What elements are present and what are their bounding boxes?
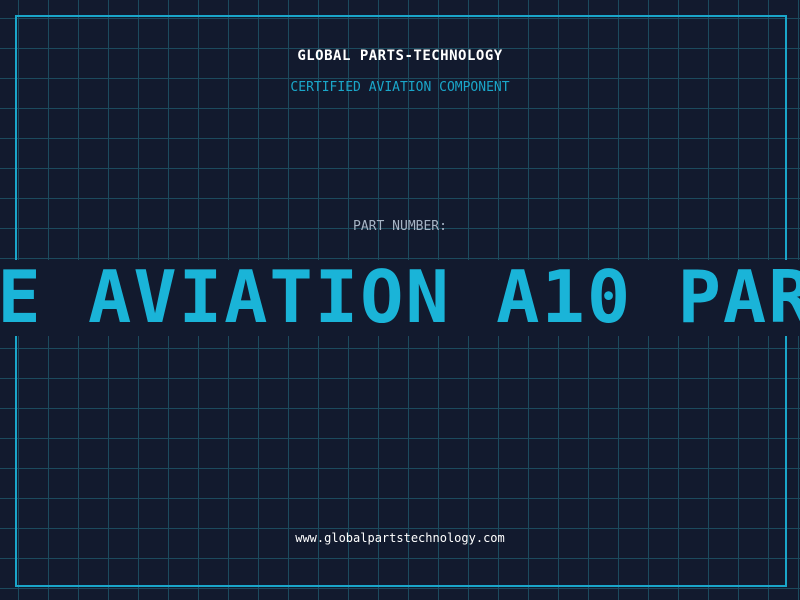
part-number-text: GE AVIATION A10 PAR xyxy=(0,260,800,336)
part-number-label: PART NUMBER: xyxy=(353,219,447,234)
website-url[interactable]: www.globalpartstechnology.com xyxy=(0,531,800,545)
certification-subtitle: CERTIFIED AVIATION COMPONENT xyxy=(290,80,510,95)
part-number-band: GE AVIATION A10 PAR xyxy=(0,260,800,336)
company-name: GLOBAL PARTS-TECHNOLOGY xyxy=(297,48,503,64)
